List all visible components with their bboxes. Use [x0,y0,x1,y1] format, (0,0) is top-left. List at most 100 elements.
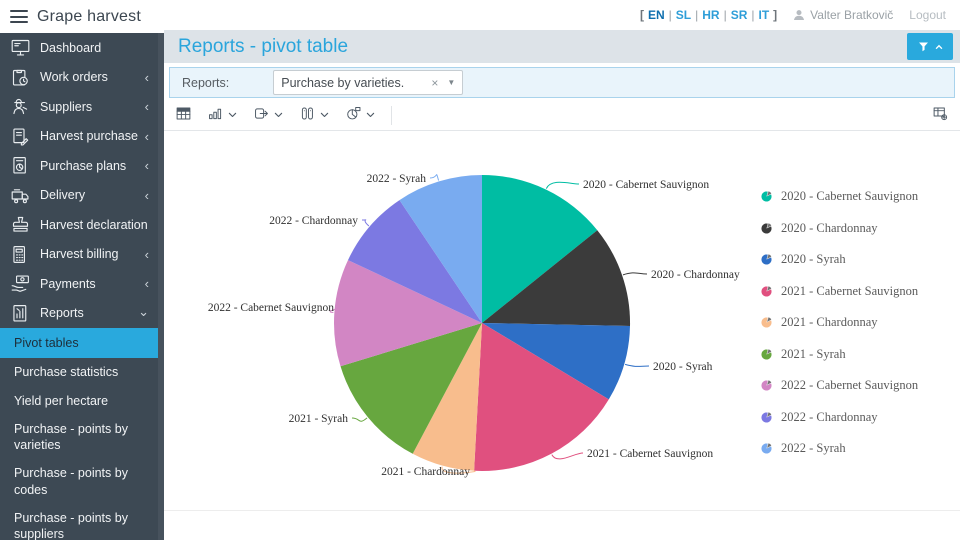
legend-label: 2020 - Cabernet Sauvignon [781,189,918,204]
sidebar-item-delivery[interactable]: Delivery‹ [0,181,158,211]
sidebar-item-work-orders[interactable]: Work orders ‹ [0,63,158,93]
sidebar-subitem-purchase-points-by-codes[interactable]: Purchase - points by codes [0,459,158,504]
separator: | [695,8,698,22]
pie-slice-label: 2022 - Cabernet Sauvignon [208,302,334,314]
chevron-down-icon [319,107,330,125]
legend-pie-marker [761,317,772,328]
user-menu[interactable]: Valter Bratkovič [793,8,893,22]
pie-label-connector [625,364,649,366]
topbar: [EN|SL|HR|SR|IT] Valter Bratkovič Logout [164,0,960,30]
sidebar-item-payments[interactable]: Payments ‹ [0,269,158,299]
pie-slice-label: 2021 - Chardonnay [381,466,470,478]
sidebar-subitem-yield-per-hectare[interactable]: Yield per hectare [0,387,158,415]
sidebar-item-harvest-declaration[interactable]: Harvest declaration [0,210,158,240]
app-title: Grape harvest [37,8,141,26]
legend-label: 2021 - Syrah [781,347,846,362]
filter-collapse-button[interactable] [907,33,953,60]
filter-funnel-icon [917,40,930,53]
sidebar-subitem-pivot-tables[interactable]: Pivot tables [0,328,158,358]
report-select-value: Purchase by varieties. [281,76,426,90]
pie-slice-label: 2021 - Syrah [289,413,349,425]
purchase-plans-icon [9,155,32,176]
pie-label-connector [552,453,583,459]
chevron-down-icon [227,107,238,125]
language-en[interactable]: EN [648,8,665,22]
sidebar-item-harvest-purchase[interactable]: Harvest purchase‹ [0,122,158,152]
pie-label-connector [623,273,647,275]
sidebar-item-label: Payments [40,277,96,291]
bracket: [ [640,8,644,22]
sidebar-subitem-purchase-points-by-suppliers[interactable]: Purchase - points by suppliers [0,504,158,540]
sidebar-item-label: Dashboard [40,41,101,55]
chevron-down-icon [365,107,376,125]
sidebar-item-label: Work orders [40,70,108,84]
sidebar-subitem-purchase-points-by-varieties[interactable]: Purchase - points by varieties [0,415,158,460]
harvest-billing-icon [9,244,32,265]
bar-chart-icon [207,105,224,127]
toolbar-fields-button[interactable] [299,105,330,127]
sidebar-item-purchase-plans[interactable]: Purchase plans‹ [0,151,158,181]
dropdown-caret-icon[interactable]: ▼ [447,78,455,87]
chevron-left-icon: ‹ [145,130,149,143]
sidebar-nav: Dashboard Work orders ‹ Suppliers‹Harvest p… [0,33,158,540]
legend-pie-marker [761,380,772,391]
pie-label-connector [430,175,439,181]
payments-icon [9,273,32,294]
separator: | [724,8,727,22]
language-sr[interactable]: SR [731,8,748,22]
separator: | [669,8,672,22]
pie-slice-label: 2020 - Syrah [653,361,713,373]
report-select[interactable]: Purchase by varieties. × ▼ [273,70,463,95]
toolbar-bar-chart-button[interactable] [207,105,238,127]
user-icon [793,9,805,21]
sidebar-item-harvest-billing[interactable]: Harvest billing‹ [0,240,158,270]
legend-label: 2022 - Syrah [781,441,846,456]
legend-item-2021-chardonnay: 2021 - Chardonnay [761,307,918,339]
delivery-icon [9,185,32,206]
suppliers-icon [9,96,32,117]
field-chooser-icon [932,105,949,127]
chevron-left-icon: ‹ [145,159,149,172]
hamburger-menu-icon[interactable] [10,10,28,23]
toolbar-chart-options-button[interactable] [345,105,376,127]
legend-pie-marker [761,223,772,234]
fields-icon [299,105,316,127]
sidebar-item-label: Reports [40,306,84,320]
legend-pie-marker [761,443,772,454]
chevron-left-icon: ‹ [145,277,149,290]
language-switcher: [EN|SL|HR|SR|IT] [640,8,777,22]
legend-label: 2022 - Chardonnay [781,410,878,425]
legend-pie-marker [761,254,772,265]
sidebar-item-reports[interactable]: Reports ⌄ [0,299,158,329]
sidebar-header: Grape harvest [0,0,164,33]
legend-pie-marker [761,191,772,202]
toolbar-separator [391,106,392,125]
toolbar-field-chooser-button[interactable] [932,105,949,127]
app-window: Grape harvest Dashboard Work orders ‹ Suppl… [0,0,960,540]
sidebar-subitem-purchase-statistics[interactable]: Purchase statistics [0,358,158,386]
language-sl[interactable]: SL [676,8,691,22]
language-it[interactable]: IT [758,8,769,22]
sidebar-item-dashboard[interactable]: Dashboard [0,33,158,63]
logout-button[interactable]: Logout [909,8,946,22]
clear-selection-icon[interactable]: × [426,76,443,90]
language-hr[interactable]: HR [702,8,719,22]
sidebar: Grape harvest Dashboard Work orders ‹ Suppl… [0,0,164,540]
legend-label: 2021 - Cabernet Sauvignon [781,284,918,299]
legend-item-2020-chardonnay: 2020 - Chardonnay [761,213,918,245]
dashboard-icon [9,37,32,58]
chevron-down-icon: ⌄ [138,305,149,318]
sidebar-item-label: Harvest billing [40,247,119,261]
chevron-left-icon: ‹ [145,71,149,84]
sidebar-item-suppliers[interactable]: Suppliers‹ [0,92,158,122]
table-icon [175,105,192,127]
pie-label-connector [546,182,579,188]
titlebar: Reports - pivot table [164,30,960,63]
legend-item-2022-chardonnay: 2022 - Chardonnay [761,402,918,434]
toolbar-export-button[interactable] [253,105,284,127]
toolbar-table-button[interactable] [175,105,192,127]
reports-icon [9,303,32,324]
work-orders-icon [9,67,32,88]
page-title: Reports - pivot table [178,36,348,58]
legend-pie-marker [761,412,772,423]
